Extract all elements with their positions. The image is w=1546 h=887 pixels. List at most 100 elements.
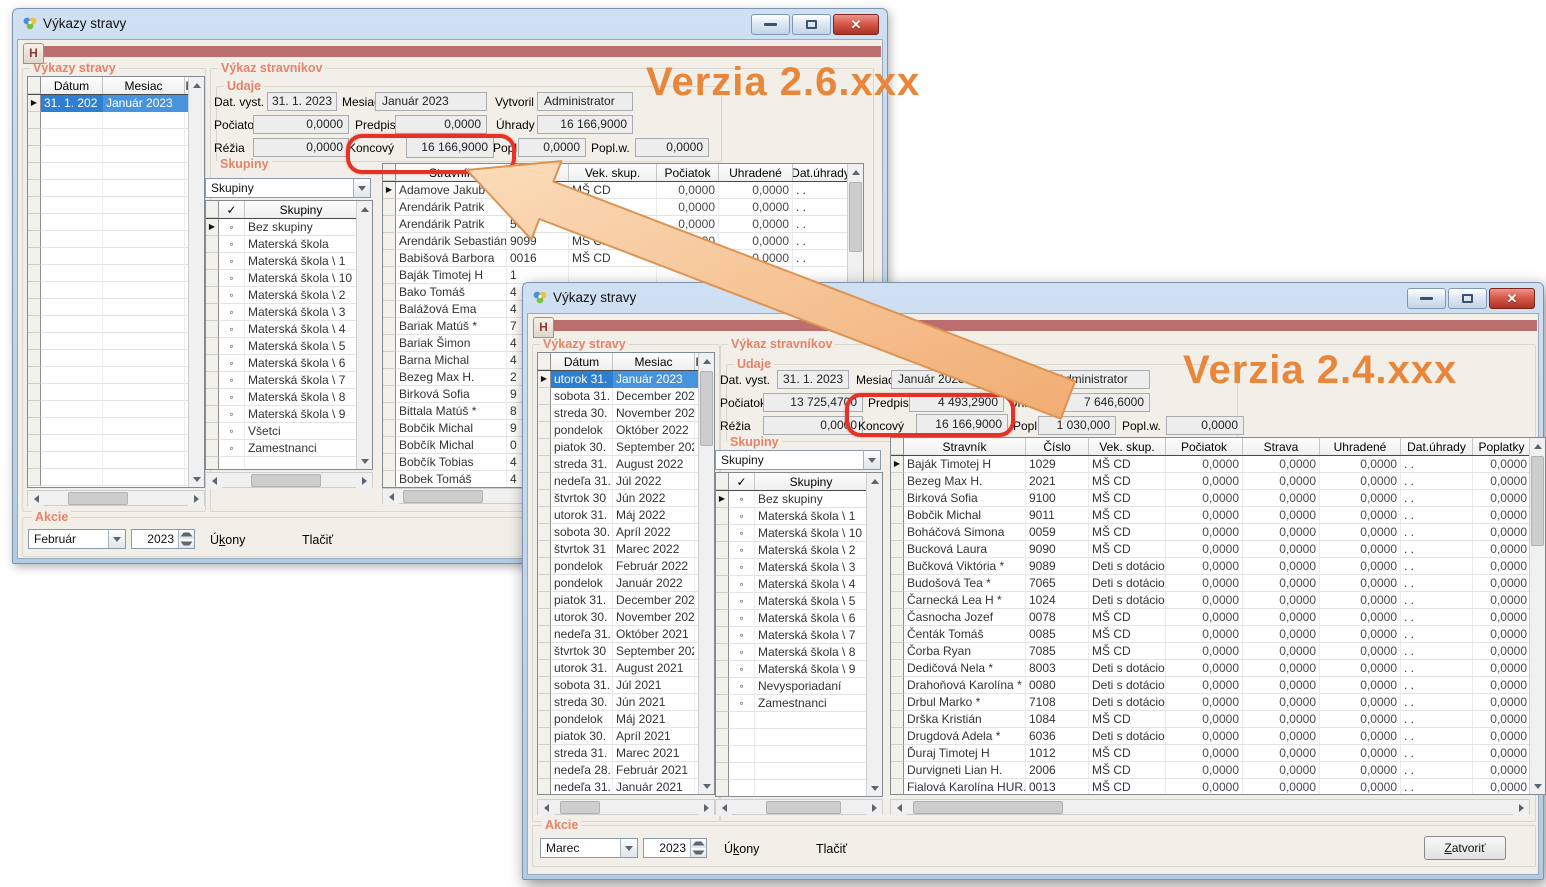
column-header[interactable]: Skupiny xyxy=(245,201,358,218)
poplw-field[interactable]: 0,0000 xyxy=(1166,416,1244,435)
group-row[interactable]: ◦Materská škola \ 1 xyxy=(206,253,372,270)
column-header[interactable]: ✓ xyxy=(219,201,245,218)
uhrady-field[interactable]: 7 646,6000 xyxy=(1050,393,1150,412)
scroll-up-icon[interactable] xyxy=(848,164,864,180)
maximize-button[interactable] xyxy=(1448,288,1487,309)
report-row[interactable]: štvrtok 31Marec 2022 xyxy=(538,541,714,558)
mesiac-field[interactable]: Január 2023 xyxy=(891,370,1007,389)
diner-row[interactable]: Ďuraj Timotej H1012MŠ CD0,00000,00000,00… xyxy=(891,745,1545,762)
skupiny-table[interactable]: ✓Skupiny▶◦Bez skupiny◦Materská škola◦Mat… xyxy=(205,200,373,470)
diner-row[interactable]: ▶Baják Timotej H1029MŠ CD0,00000,00000,0… xyxy=(891,456,1545,473)
report-row[interactable]: sobota 31.December 2022 xyxy=(538,388,714,405)
dat-vyst-field[interactable]: 31. 1. 2023 xyxy=(777,370,849,389)
diner-row[interactable]: Fialová Karolína HUR.0013MŠ CD0,00000,00… xyxy=(891,779,1545,795)
diners-table[interactable]: StravníkČísloVek. skup.PočiatokStravaUhr… xyxy=(890,437,1546,795)
group-row[interactable]: ◦Materská škola \ 6 xyxy=(206,355,372,372)
scroll-left-icon[interactable] xyxy=(28,491,44,507)
report-row[interactable]: pondelokFebruár 2022 xyxy=(538,558,714,575)
column-header[interactable]: Číslo xyxy=(1026,438,1089,455)
report-row[interactable]: utorok 31.Máj 2022 xyxy=(538,507,714,524)
diner-row[interactable]: Bučková Viktória *9089Deti s dotáciou0,0… xyxy=(891,558,1545,575)
diner-row[interactable]: Durvigneti Lian H.2006MŠ CD0,00000,00000… xyxy=(891,762,1545,779)
group-row[interactable]: ◦Nevysporiadaní xyxy=(716,678,882,695)
tab-h[interactable]: H xyxy=(23,43,44,64)
diner-row[interactable]: Budošová Tea *7065Deti s dotáciou0,00000… xyxy=(891,575,1545,592)
report-row[interactable]: utorok 31.August 2021 xyxy=(538,660,714,677)
diner-row[interactable]: Dedičová Nela *8003Deti s dotáciou0,0000… xyxy=(891,660,1545,677)
diner-row[interactable]: Bucková Laura9090MŠ CD0,00000,00000,0000… xyxy=(891,541,1545,558)
column-header[interactable]: Mesiac xyxy=(613,353,695,370)
scroll-up-icon[interactable] xyxy=(867,473,883,489)
column-header[interactable]: Uhradené xyxy=(1320,438,1401,455)
ukony-menu[interactable]: Úkony xyxy=(724,842,759,856)
diner-row[interactable]: Bobčik Michal9011MŠ CD0,00000,00000,0000… xyxy=(891,507,1545,524)
diner-row[interactable]: Babišová Barbora0016MŠ CD0,00000,0000. . xyxy=(383,250,863,267)
tab-h[interactable]: H xyxy=(533,317,554,338)
group-row[interactable]: ◦Materská škola \ 9 xyxy=(206,406,372,423)
scroll-thumb[interactable] xyxy=(1531,456,1544,546)
report-row[interactable]: sobota 31.Júl 2021 xyxy=(538,677,714,694)
group-row[interactable]: ◦Zamestnanci xyxy=(206,440,372,457)
column-header[interactable]: Počiatok xyxy=(657,164,719,181)
report-row[interactable]: ▶31. 1. 202Január 2023 xyxy=(28,95,204,112)
group-row[interactable]: ◦Materská škola \ 4 xyxy=(716,576,882,593)
report-row[interactable]: ▶utorok 31.Január 2023 xyxy=(538,371,714,388)
scroll-thumb[interactable] xyxy=(849,182,862,252)
reports-vscroll[interactable] xyxy=(698,353,714,794)
minimize-button[interactable] xyxy=(1407,288,1446,309)
chevron-down-icon[interactable] xyxy=(108,530,125,548)
group-row[interactable]: ◦Materská škola \ 4 xyxy=(206,321,372,338)
tlacit-menu[interactable]: Tlačiť xyxy=(302,533,333,547)
reports-vscroll[interactable] xyxy=(188,77,204,487)
scroll-down-icon[interactable] xyxy=(699,778,715,794)
poplw-field[interactable]: 0,0000 xyxy=(635,138,709,157)
report-row[interactable]: pondelokJanuár 2022 xyxy=(538,575,714,592)
group-row[interactable]: ◦Materská škola \ 8 xyxy=(716,644,882,661)
column-header[interactable]: Číslo xyxy=(507,164,569,181)
diners-hscroll[interactable] xyxy=(890,799,1530,815)
group-row[interactable]: ◦Materská škola \ 1 xyxy=(716,508,882,525)
group-row[interactable]: ◦Materská škola \ 5 xyxy=(716,593,882,610)
report-row[interactable]: nedeľa 28.Február 2021 xyxy=(538,762,714,779)
scroll-thumb[interactable] xyxy=(700,371,713,446)
report-row[interactable]: piatok 30.Apríl 2021 xyxy=(538,728,714,745)
column-header[interactable]: Počiatok xyxy=(1166,438,1243,455)
diner-row[interactable]: Bezeg Max H.2021MŠ CD0,00000,00000,0000.… xyxy=(891,473,1545,490)
report-row[interactable]: štvrtok 30Jún 2022 xyxy=(538,490,714,507)
column-header[interactable]: ✓ xyxy=(729,473,755,490)
column-header[interactable]: Vek. skup. xyxy=(1089,438,1166,455)
group-row[interactable]: ◦Materská škola \ 5 xyxy=(206,338,372,355)
maximize-button[interactable] xyxy=(792,14,831,35)
scroll-up-icon[interactable] xyxy=(357,201,373,217)
group-row[interactable]: ◦Zamestnanci xyxy=(716,695,882,712)
column-header[interactable]: Poplatky xyxy=(1473,438,1531,455)
scroll-right-icon[interactable] xyxy=(356,473,372,489)
report-row[interactable]: pondelokMáj 2021 xyxy=(538,711,714,728)
column-header[interactable]: Mesiac xyxy=(103,77,185,94)
dat-vyst-field[interactable]: 31. 1. 2023 xyxy=(267,92,337,111)
group-row[interactable]: ◦Materská škola \ 7 xyxy=(206,372,372,389)
report-row[interactable]: piatok 30.September 2022 xyxy=(538,439,714,456)
diner-row[interactable]: Birková Sofia9100MŠ CD0,00000,00000,0000… xyxy=(891,490,1545,507)
reports-hscroll[interactable] xyxy=(537,799,715,815)
report-row[interactable]: nedeľa 31.Október 2021 xyxy=(538,626,714,643)
column-header[interactable]: Strava xyxy=(1243,438,1320,455)
chevron-down-icon[interactable] xyxy=(863,451,880,469)
scroll-thumb[interactable] xyxy=(560,801,600,814)
group-row[interactable]: ◦Materská škola \ 2 xyxy=(716,542,882,559)
scroll-up-icon[interactable] xyxy=(1530,438,1546,454)
column-header[interactable]: Dat.úhrady xyxy=(793,164,849,181)
reports-hscroll[interactable] xyxy=(27,490,205,506)
diner-row[interactable]: Arendárik Sebastián9099MŠ CD0,00000,0000… xyxy=(383,233,863,250)
diner-row[interactable]: Drugdová Adela *6036Deti s dotáciou0,000… xyxy=(891,728,1545,745)
group-row[interactable]: ◦Materská škola \ 10 xyxy=(206,270,372,287)
scroll-thumb[interactable] xyxy=(68,492,128,505)
column-header[interactable]: Stravník xyxy=(904,438,1026,455)
group-row[interactable]: ◦Materská škola \ 8 xyxy=(206,389,372,406)
scroll-right-icon[interactable] xyxy=(866,800,882,816)
month-dropdown[interactable]: Marec xyxy=(540,838,638,858)
column-header[interactable]: Vek. skup. xyxy=(569,164,657,181)
group-row[interactable]: ◦Materská škola \ 7 xyxy=(716,627,882,644)
report-row[interactable]: štvrtok 30September 2021 xyxy=(538,643,714,660)
scroll-down-icon[interactable] xyxy=(189,471,205,487)
